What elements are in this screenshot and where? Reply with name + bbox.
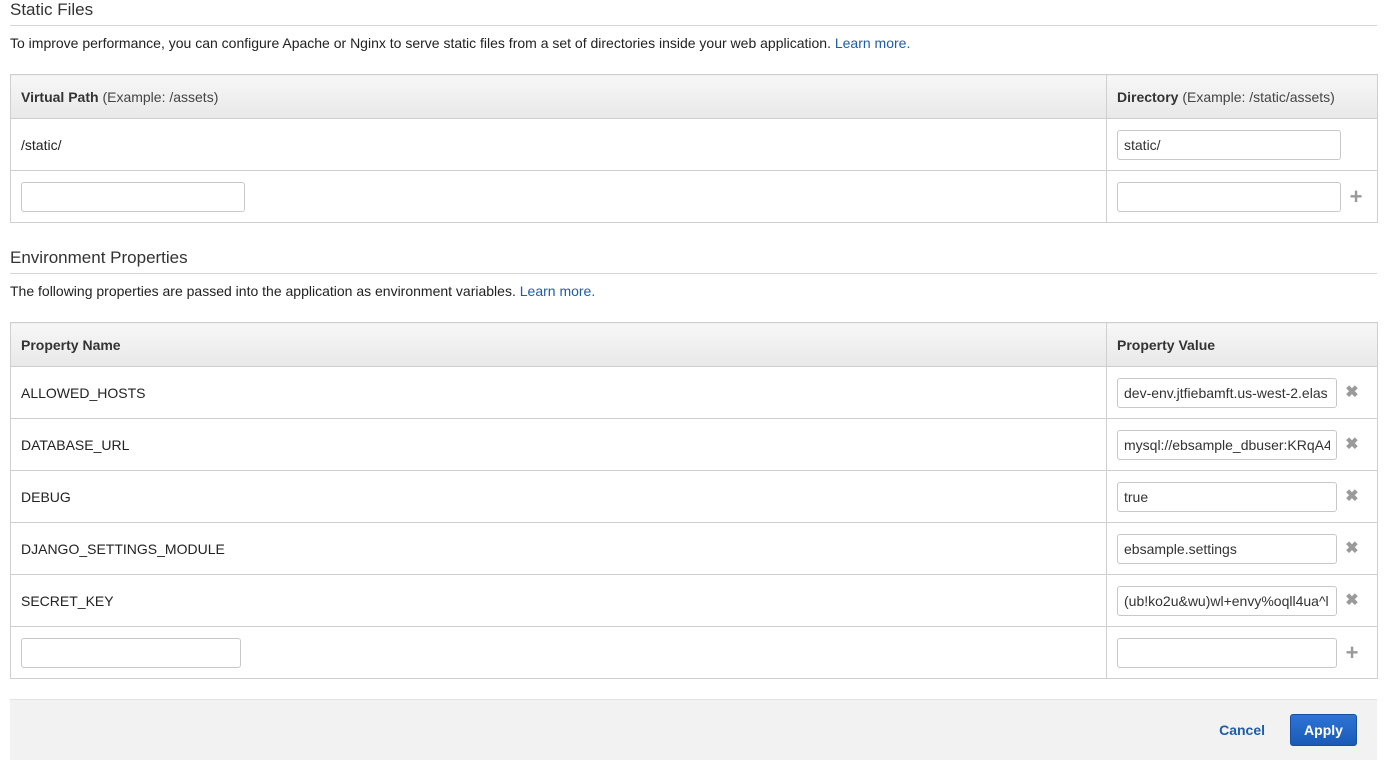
table-row: DEBUG ✖ [10,470,1378,523]
remove-x-icon[interactable]: ✖ [1343,436,1361,453]
directory-cell [1106,118,1378,171]
virtual-path-cell: /static/ [10,118,1107,171]
table-row: ALLOWED_HOSTS ✖ [10,366,1378,419]
property-value-input[interactable] [1117,429,1337,460]
remove-x-icon[interactable]: ✖ [1343,384,1361,401]
new-virtual-path-input[interactable] [21,181,245,212]
new-property-value-cell: + [1106,626,1378,679]
remove-x-icon[interactable]: ✖ [1343,488,1361,505]
table-row: DJANGO_SETTINGS_MODULE ✖ [10,522,1378,575]
property-value-input[interactable] [1117,377,1337,408]
static-files-title: Static Files [10,0,94,19]
virtual-path-header: Virtual Path (Example: /assets) [10,74,1107,119]
environment-properties-table: Property Name Property Value ALLOWED_HOS… [10,322,1378,679]
property-value-cell: ✖ [1106,470,1378,523]
table-row-new: + [10,170,1378,223]
new-directory-input[interactable] [1117,181,1341,212]
add-plus-icon[interactable]: + [1343,641,1361,663]
property-value-input[interactable] [1117,481,1337,512]
property-name-header: Property Name [10,322,1107,367]
virtual-path-header-label: Virtual Path [21,88,99,105]
directory-input[interactable] [1117,129,1341,160]
property-name-cell: DATABASE_URL [10,418,1107,471]
static-files-description: To improve performance, you can configur… [10,35,910,51]
property-value-header: Property Value [1106,322,1378,367]
apply-button[interactable]: Apply [1290,714,1357,746]
table-row: DATABASE_URL ✖ [10,418,1378,471]
table-row-new: + [10,626,1378,679]
property-value-cell: ✖ [1106,418,1378,471]
environment-properties-title: Environment Properties [10,248,188,267]
environment-description-text: The following properties are passed into… [10,283,516,299]
cancel-button[interactable]: Cancel [1213,721,1271,739]
directory-header-label: Directory [1117,88,1179,105]
form-footer: Cancel Apply [10,699,1377,760]
property-name-cell: ALLOWED_HOSTS [10,366,1107,419]
environment-properties-divider [10,273,1377,274]
new-property-name-input[interactable] [21,637,241,668]
directory-header: Directory (Example: /static/assets) [1106,74,1378,119]
property-name-cell: SECRET_KEY [10,574,1107,627]
directory-header-hint: (Example: /static/assets) [1182,88,1335,105]
static-files-learn-more-link[interactable]: Learn more. [835,35,910,51]
table-row: /static/ [10,118,1378,171]
environment-properties-description: The following properties are passed into… [10,283,595,299]
property-value-cell: ✖ [1106,366,1378,419]
new-property-value-input[interactable] [1117,637,1337,668]
remove-x-icon[interactable]: ✖ [1343,540,1361,557]
environment-learn-more-link[interactable]: Learn more. [520,283,595,299]
add-plus-icon[interactable]: + [1347,185,1365,207]
static-files-divider [10,25,1377,26]
new-virtual-path-cell [10,170,1107,223]
virtual-path-header-hint: (Example: /assets) [102,88,219,105]
static-files-table: Virtual Path (Example: /assets) Director… [10,74,1378,223]
new-directory-cell: + [1106,170,1378,223]
static-files-description-text: To improve performance, you can configur… [10,35,831,51]
property-name-cell: DJANGO_SETTINGS_MODULE [10,522,1107,575]
remove-x-icon[interactable]: ✖ [1343,592,1361,609]
property-name-cell: DEBUG [10,470,1107,523]
property-value-input[interactable] [1117,533,1337,564]
table-row: SECRET_KEY ✖ [10,574,1378,627]
property-value-cell: ✖ [1106,522,1378,575]
property-value-input[interactable] [1117,585,1337,616]
new-property-name-cell [10,626,1107,679]
property-value-cell: ✖ [1106,574,1378,627]
